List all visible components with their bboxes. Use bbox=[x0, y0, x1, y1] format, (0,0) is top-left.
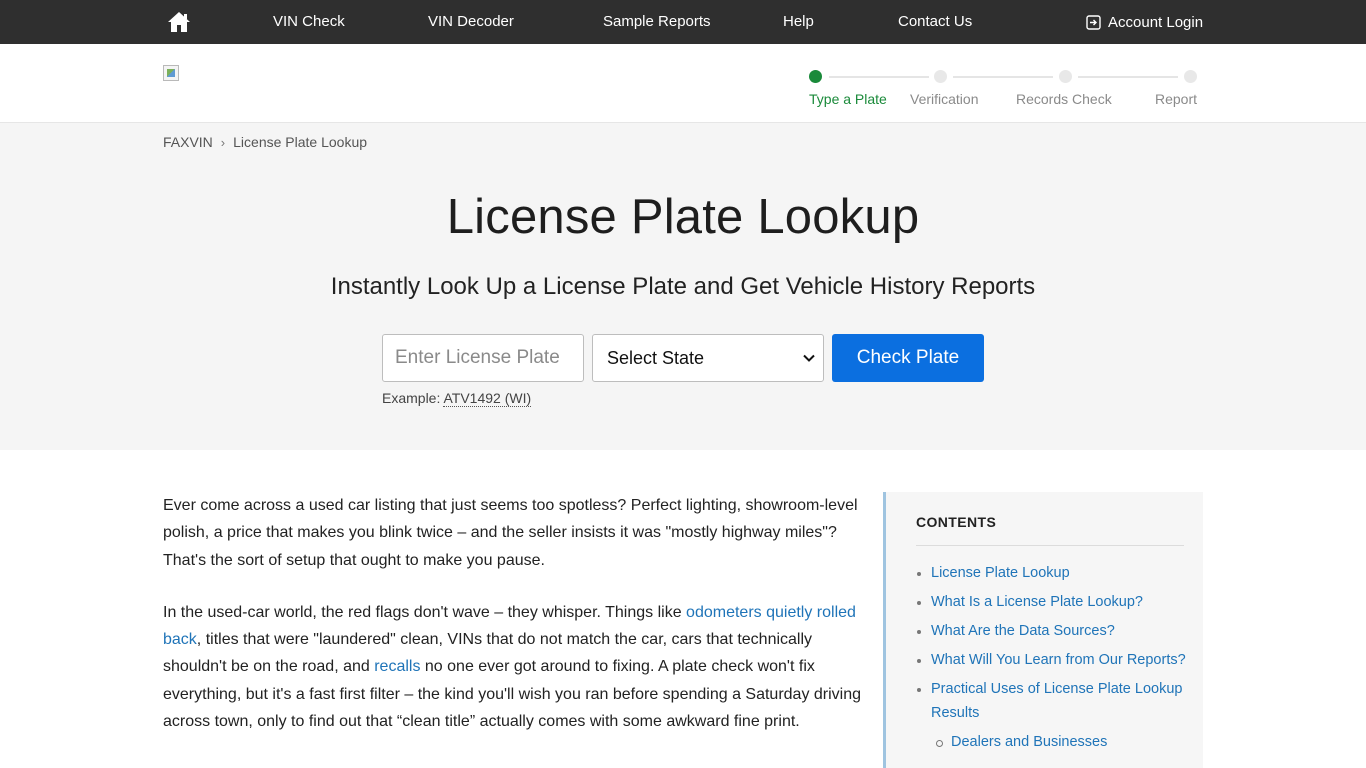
toc-link[interactable]: What Is a License Plate Lookup? bbox=[931, 594, 1143, 610]
nav-contact-us[interactable]: Contact Us bbox=[898, 0, 972, 44]
article-paragraph: In the used-car world, the red flags don… bbox=[163, 599, 863, 735]
license-plate-input[interactable] bbox=[382, 334, 584, 382]
toc-link[interactable]: License Plate Lookup bbox=[931, 565, 1070, 581]
chevron-down-icon bbox=[803, 354, 815, 362]
toc-item: Practical Uses of License Plate Lookup R… bbox=[916, 678, 1186, 725]
breadcrumb-home-link[interactable]: FAXVIN bbox=[163, 134, 213, 150]
breadcrumb-separator: › bbox=[220, 134, 226, 150]
page-title: License Plate Lookup bbox=[446, 190, 920, 244]
check-plate-button[interactable]: Check Plate bbox=[832, 334, 984, 382]
toc-item: What Is a License Plate Lookup? bbox=[916, 591, 1186, 615]
page-subtitle: Instantly Look Up a License Plate and Ge… bbox=[330, 273, 1036, 300]
example-plate-link[interactable]: ATV1492 (WI) bbox=[443, 390, 532, 407]
step-dot-type-a-plate bbox=[809, 70, 822, 83]
step-dot-verification bbox=[934, 70, 947, 83]
article-paragraph: Ever come across a used car listing that… bbox=[163, 497, 858, 569]
toc-link[interactable]: Dealers and Businesses bbox=[951, 734, 1107, 750]
hero-section: FAXVIN › License Plate Lookup License Pl… bbox=[0, 123, 1366, 450]
step-dot-records-check bbox=[1059, 70, 1072, 83]
progress-steps: Type a Plate Verification Records Check … bbox=[0, 44, 1366, 123]
account-login-link[interactable]: Account Login bbox=[1086, 0, 1203, 44]
toc-link[interactable]: What Are the Data Sources? bbox=[931, 623, 1115, 639]
step-label-records-check: Records Check bbox=[1016, 91, 1112, 107]
paragraph-text: In the used-car world, the red flags don… bbox=[163, 603, 687, 621]
state-select[interactable]: Select State bbox=[592, 334, 824, 382]
toc-item: License Plate Lookup bbox=[916, 562, 1186, 586]
recalls-link[interactable]: recalls bbox=[374, 658, 420, 675]
step-dot-report bbox=[1184, 70, 1197, 83]
nav-vin-check[interactable]: VIN Check bbox=[273, 0, 345, 44]
top-navigation-bar: VIN Check VIN Decoder Sample Reports Hel… bbox=[0, 0, 1366, 44]
step-label-verification: Verification bbox=[910, 91, 979, 107]
nav-vin-decoder[interactable]: VIN Decoder bbox=[428, 0, 514, 44]
nav-sample-reports[interactable]: Sample Reports bbox=[603, 0, 711, 44]
account-login-label: Account Login bbox=[1108, 13, 1204, 31]
step-connector bbox=[1078, 76, 1178, 78]
nav-help[interactable]: Help bbox=[783, 0, 814, 44]
step-label-type-a-plate: Type a Plate bbox=[809, 91, 887, 107]
breadcrumb-current: License Plate Lookup bbox=[233, 134, 368, 150]
toc-divider bbox=[916, 545, 1184, 546]
article-body: Ever come across a used car listing that… bbox=[163, 492, 863, 760]
login-icon bbox=[1086, 14, 1101, 30]
toc-link[interactable]: What Will You Learn from Our Reports? bbox=[931, 652, 1186, 668]
breadcrumb: FAXVIN › License Plate Lookup bbox=[163, 134, 367, 150]
toc-item: What Are the Data Sources? bbox=[916, 620, 1186, 644]
example-hint: Example: ATV1492 (WI) bbox=[382, 390, 532, 407]
toc-list: License Plate Lookup What Is a License P… bbox=[916, 562, 1186, 760]
site-header: Type a Plate Verification Records Check … bbox=[0, 44, 1366, 123]
home-icon[interactable] bbox=[167, 11, 191, 33]
step-label-report: Report bbox=[1155, 91, 1198, 107]
table-of-contents: CONTENTS License Plate Lookup What Is a … bbox=[883, 492, 1203, 768]
step-connector bbox=[829, 76, 929, 78]
state-select-value: Select State bbox=[607, 347, 705, 368]
toc-link[interactable]: Practical Uses of License Plate Lookup R… bbox=[931, 681, 1182, 721]
toc-sub-item: Dealers and Businesses bbox=[916, 731, 1186, 755]
example-prefix: Example: bbox=[382, 390, 441, 406]
step-connector bbox=[953, 76, 1053, 78]
toc-title: CONTENTS bbox=[916, 514, 997, 530]
toc-item: What Will You Learn from Our Reports? bbox=[916, 649, 1186, 673]
